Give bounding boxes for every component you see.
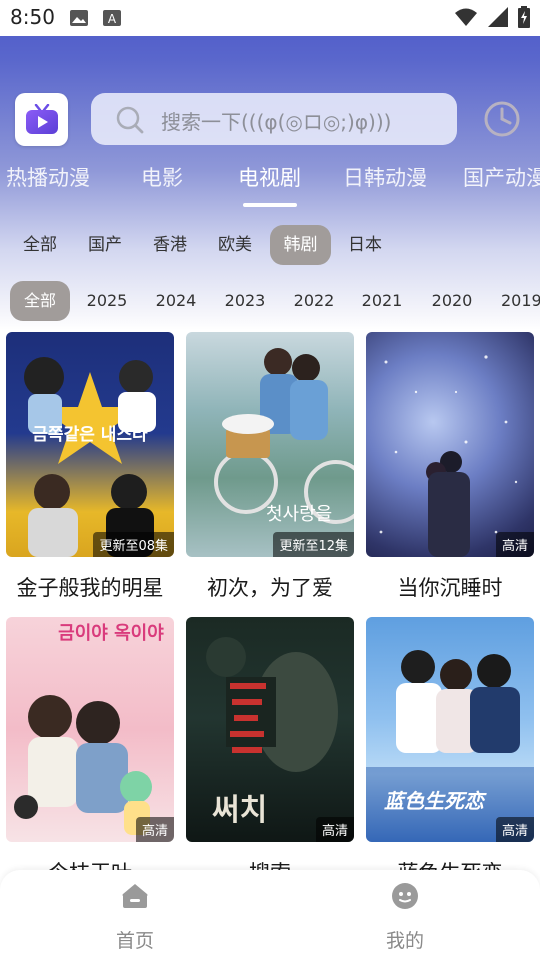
year-chip-2019[interactable]: 2019 [494,281,540,321]
region-chip-western[interactable]: 欧美 [211,225,259,265]
status-time: 8:50 [10,5,55,29]
episode-badge: 更新至08集 [93,532,174,557]
profile-face-icon [392,883,418,909]
tab-hot-anime[interactable]: 热播动漫 [6,162,90,192]
poster-title-text: 금이야 옥이야 [58,623,164,644]
active-tab-indicator [243,203,297,207]
quality-badge: 高清 [315,817,354,842]
region-chip-hongkong[interactable]: 香港 [146,225,194,265]
svg-text:A: A [108,12,117,26]
home-icon [122,884,148,908]
drama-poster[interactable]: 高清 [366,332,534,557]
battery-icon [518,6,530,28]
history-clock-icon[interactable] [482,99,522,139]
drama-poster[interactable]: 금쪽같은 내스타 更新至08集 [6,332,174,557]
tab-cn-anime[interactable]: 国产动漫 [463,162,540,192]
drama-title[interactable]: 金子般我的明星 [6,572,174,602]
tab-jp-kr-anime[interactable]: 日韩动漫 [343,162,427,192]
nav-mine[interactable]: 我的 [345,882,465,953]
nav-home[interactable]: 首页 [75,882,195,953]
poster-title-text: 蓝色生死恋 [384,789,484,813]
year-chip-2021[interactable]: 2021 [355,281,409,321]
drama-poster[interactable]: 蓝色生死恋 高清 [366,617,534,842]
wifi-icon [455,8,477,26]
region-chip-mainland[interactable]: 国产 [81,225,129,265]
search-placeholder: 搜索一下(((φ(◎ロ◎;)φ))) [161,110,392,134]
status-bar: 8:50 A [0,0,540,36]
nav-mine-label: 我的 [385,930,424,952]
a-notification-icon: A [103,10,121,26]
nav-home-label: 首页 [115,930,154,952]
drama-poster[interactable]: 금이야 옥이야 高清 [6,617,174,842]
tab-tv-series[interactable]: 电视剧 [238,162,301,192]
drama-title[interactable]: 当你沉睡时 [366,572,534,602]
year-chip-2020[interactable]: 2020 [425,281,479,321]
quality-badge: 高清 [135,817,174,842]
search-icon [116,106,144,134]
drama-poster[interactable]: 써치 高清 [186,617,354,842]
year-chip-2023[interactable]: 2023 [218,281,272,321]
quality-badge: 高清 [495,817,534,842]
region-chip-japan[interactable]: 日本 [341,225,389,265]
tab-movies[interactable]: 电影 [141,162,183,192]
poster-artwork [14,695,152,835]
bottom-navigation: 首页 我的 [0,870,540,960]
poster-title-text: 첫사랑을 [266,504,333,525]
signal-icon [488,7,508,27]
year-chip-2025[interactable]: 2025 [80,281,134,321]
search-bar[interactable]: 搜索一下(((φ(◎ロ◎;)φ))) [91,93,457,145]
year-chip-all[interactable]: 全部 [10,281,70,321]
tv-logo-icon [25,103,58,134]
year-chip-2024[interactable]: 2024 [149,281,203,321]
poster-artwork [379,355,518,557]
poster-title-text: 금쪽같은 내스타 [32,425,148,445]
poster-title-text: 써치 [212,793,268,828]
region-chip-all[interactable]: 全部 [16,225,64,265]
app-logo[interactable] [15,93,68,146]
region-chip-korean[interactable]: 韩剧 [270,225,331,265]
year-chip-2022[interactable]: 2022 [287,281,341,321]
image-notification-icon [70,10,88,26]
drama-title[interactable]: 初次，为了爱 [186,572,354,602]
episode-badge: 更新至12集 [273,532,354,557]
drama-poster[interactable]: 첫사랑을 更新至12集 [186,332,354,557]
quality-badge: 高清 [495,532,534,557]
